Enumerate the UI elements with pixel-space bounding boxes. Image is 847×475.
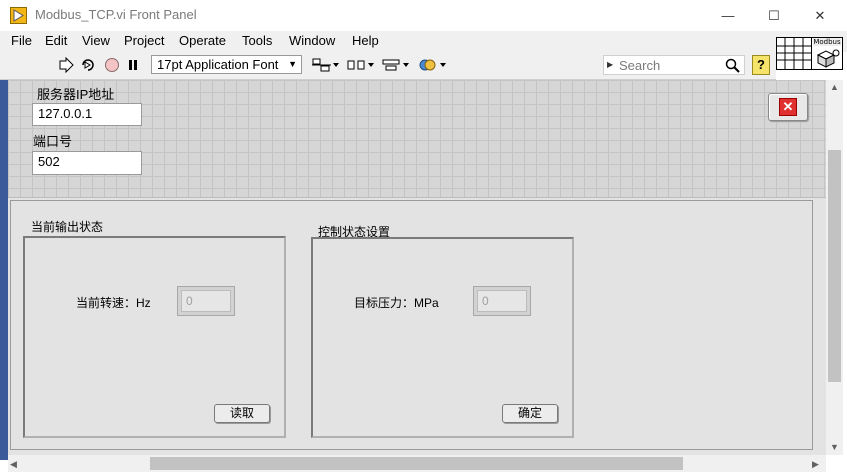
confirm-button[interactable]: 确定 <box>502 404 558 423</box>
read-button[interactable]: 读取 <box>214 404 270 423</box>
maximize-icon: ☐ <box>768 7 780 23</box>
resize-objects-icon[interactable] <box>381 57 411 73</box>
connector-pane-icon[interactable] <box>776 37 812 70</box>
window-title: Modbus_TCP.vi Front Panel <box>35 7 197 22</box>
pressure-value[interactable]: 0 <box>477 290 527 312</box>
stop-x-icon: ✕ <box>779 98 797 116</box>
speed-indicator: 0 <box>177 286 235 316</box>
stop-button[interactable]: ✕ <box>768 93 808 121</box>
desktop-background <box>0 80 8 460</box>
speed-label: 当前转速：Hz <box>76 296 151 310</box>
vi-icon-text: Modbus <box>813 38 841 46</box>
align-objects-icon[interactable] <box>311 57 341 73</box>
menu-operate[interactable]: Operate <box>179 33 226 48</box>
minimize-button[interactable]: — <box>705 0 751 31</box>
menu-window[interactable]: Window <box>289 33 335 48</box>
font-selector[interactable]: 17pt Application Font ▼ <box>151 55 302 74</box>
menu-tools[interactable]: Tools <box>242 33 272 48</box>
pressure-control[interactable]: 0 <box>473 286 531 316</box>
toolbar: 17pt Application Font ▼ ▶ Search <box>0 52 776 80</box>
search-placeholder: Search <box>619 58 661 73</box>
title-bar: Modbus_TCP.vi Front Panel — ☐ ✕ <box>0 0 847 31</box>
pause-icon[interactable] <box>125 57 143 73</box>
scroll-up-icon[interactable]: ▲ <box>830 82 839 92</box>
vertical-scroll-thumb[interactable] <box>828 150 841 382</box>
run-arrow-icon[interactable] <box>57 57 75 73</box>
caret-right-icon: ▶ <box>607 60 614 69</box>
ip-label: 服务器IP地址 <box>37 87 115 102</box>
scroll-down-icon[interactable]: ▼ <box>830 442 839 452</box>
scroll-left-icon[interactable]: ◀ <box>10 459 17 470</box>
menu-view[interactable]: View <box>82 33 110 48</box>
menu-project[interactable]: Project <box>124 33 164 48</box>
ip-address-field[interactable]: 127.0.0.1 <box>32 103 142 126</box>
port-field[interactable]: 502 <box>32 151 142 175</box>
font-selector-value: 17pt Application Font <box>157 57 279 72</box>
scroll-right-icon[interactable]: ▶ <box>812 459 819 470</box>
pressure-label: 目标压力：MPa <box>354 296 439 310</box>
search-input[interactable]: ▶ Search <box>603 55 745 75</box>
run-continuously-icon[interactable] <box>79 57 97 73</box>
close-icon: ✕ <box>814 7 826 23</box>
vi-icon[interactable]: Modbus <box>811 37 843 70</box>
search-icon[interactable] <box>725 58 741 74</box>
network-cube-icon <box>816 49 840 68</box>
speed-value: 0 <box>181 290 231 312</box>
chevron-down-icon: ▼ <box>288 59 297 69</box>
labview-icon <box>10 7 27 24</box>
menu-file[interactable]: File <box>11 33 32 48</box>
abort-icon[interactable] <box>104 57 122 73</box>
menu-help[interactable]: Help <box>352 33 379 48</box>
close-button[interactable]: ✕ <box>797 0 843 31</box>
port-label: 端口号 <box>33 134 73 149</box>
menu-edit[interactable]: Edit <box>45 33 67 48</box>
distribute-objects-icon[interactable] <box>346 57 376 73</box>
maximize-button[interactable]: ☐ <box>751 0 797 31</box>
reorder-icon[interactable] <box>418 57 448 73</box>
output-group-title: 当前输出状态 <box>31 220 104 234</box>
horizontal-scroll-thumb[interactable] <box>150 457 683 470</box>
context-help-button[interactable]: ? <box>752 55 770 75</box>
menu-bar: File Edit View Project Operate Tools Win… <box>0 31 847 52</box>
minimize-icon: — <box>721 8 735 23</box>
